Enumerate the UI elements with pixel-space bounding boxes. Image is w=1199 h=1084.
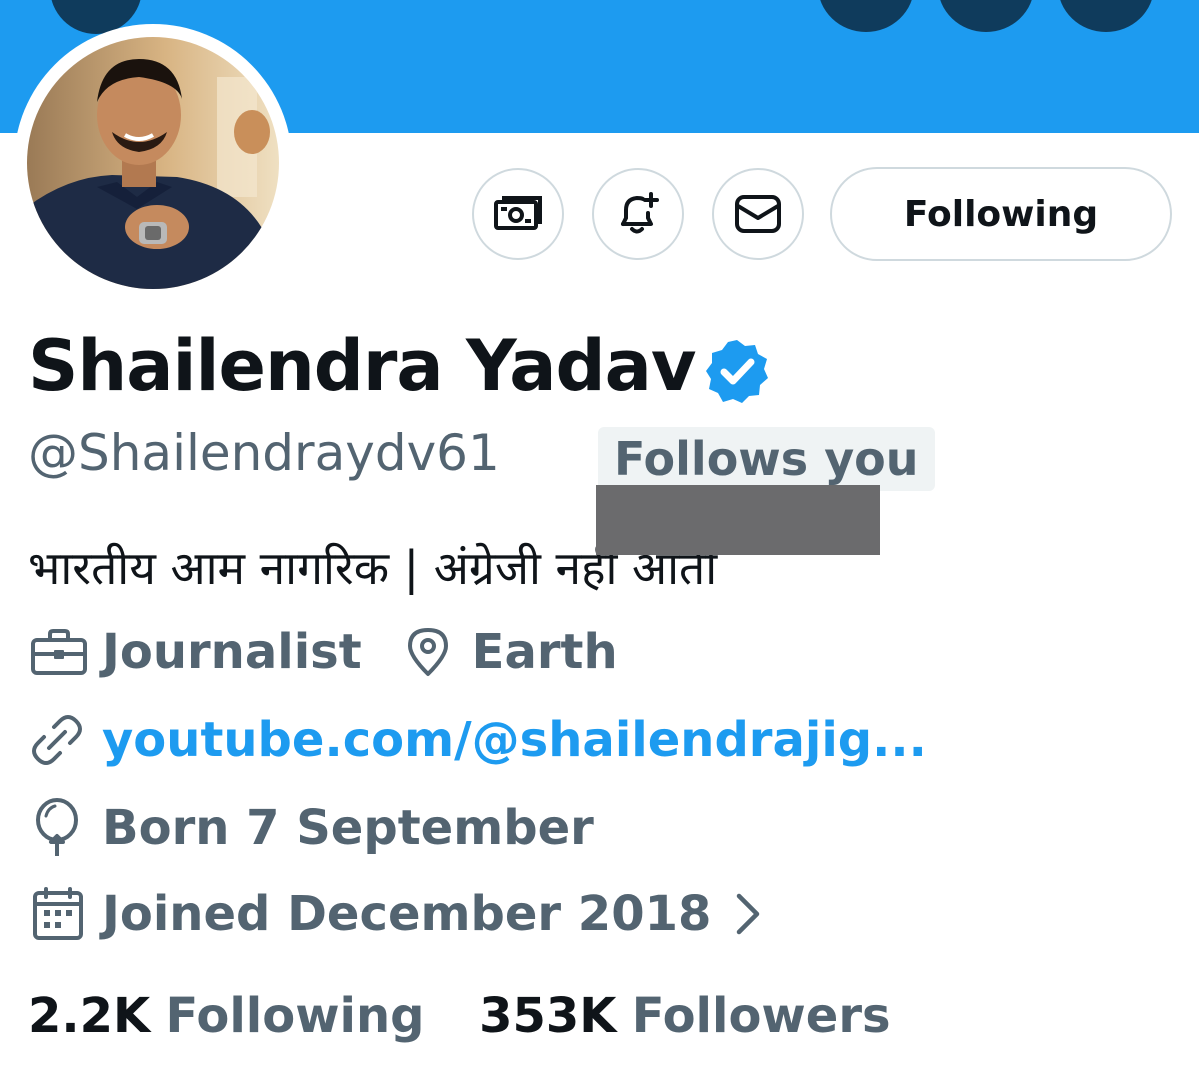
link-icon xyxy=(32,715,82,765)
tip-button[interactable] xyxy=(472,168,564,260)
avatar[interactable] xyxy=(27,37,279,289)
bell-plus-icon xyxy=(621,192,659,234)
search-button[interactable] xyxy=(938,0,1034,32)
following-button[interactable]: Following xyxy=(830,167,1172,261)
profile-handle: @Shailendraydv61 xyxy=(28,424,500,482)
chevron-right-icon[interactable] xyxy=(733,892,763,936)
avatar-ring xyxy=(14,24,292,302)
more-button[interactable] xyxy=(1058,0,1154,32)
followers-stat[interactable]: 353K Followers xyxy=(479,988,891,1044)
following-count: 2.2K xyxy=(28,988,151,1044)
following-label: Following xyxy=(165,988,425,1044)
followers-label: Followers xyxy=(631,988,891,1044)
profile-name: Shailendra Yadav xyxy=(28,325,696,407)
envelope-icon xyxy=(735,195,781,233)
verified-badge-icon[interactable] xyxy=(704,338,770,404)
follows-you-badge: Follows you xyxy=(598,427,935,491)
location-pin-icon xyxy=(407,628,448,676)
balloon-icon xyxy=(36,798,78,856)
message-button[interactable] xyxy=(712,168,804,260)
notify-button[interactable] xyxy=(592,168,684,260)
location-text: Earth xyxy=(471,624,618,680)
birthday-text: Born 7 September xyxy=(102,800,594,856)
birthday-row: Born 7 September xyxy=(34,798,594,858)
calendar-icon xyxy=(33,887,83,940)
money-icon xyxy=(494,196,542,230)
followers-count: 353K xyxy=(479,988,617,1044)
joined-text: Joined December 2018 xyxy=(102,886,712,942)
stats-bar: 2.2K Following 353K Followers xyxy=(28,988,891,1044)
profession-text: Journalist xyxy=(102,624,362,680)
profile-link[interactable]: youtube.com/@shailendrajig... xyxy=(102,712,927,768)
briefcase-icon xyxy=(31,629,87,675)
banner-action-button[interactable] xyxy=(818,0,914,32)
redaction-box xyxy=(596,485,880,555)
following-stat[interactable]: 2.2K Following xyxy=(28,988,425,1044)
profession-row: Journalist Earth xyxy=(30,624,618,680)
link-row[interactable]: youtube.com/@shailendrajig... xyxy=(30,712,927,768)
joined-row[interactable]: Joined December 2018 xyxy=(32,886,763,942)
